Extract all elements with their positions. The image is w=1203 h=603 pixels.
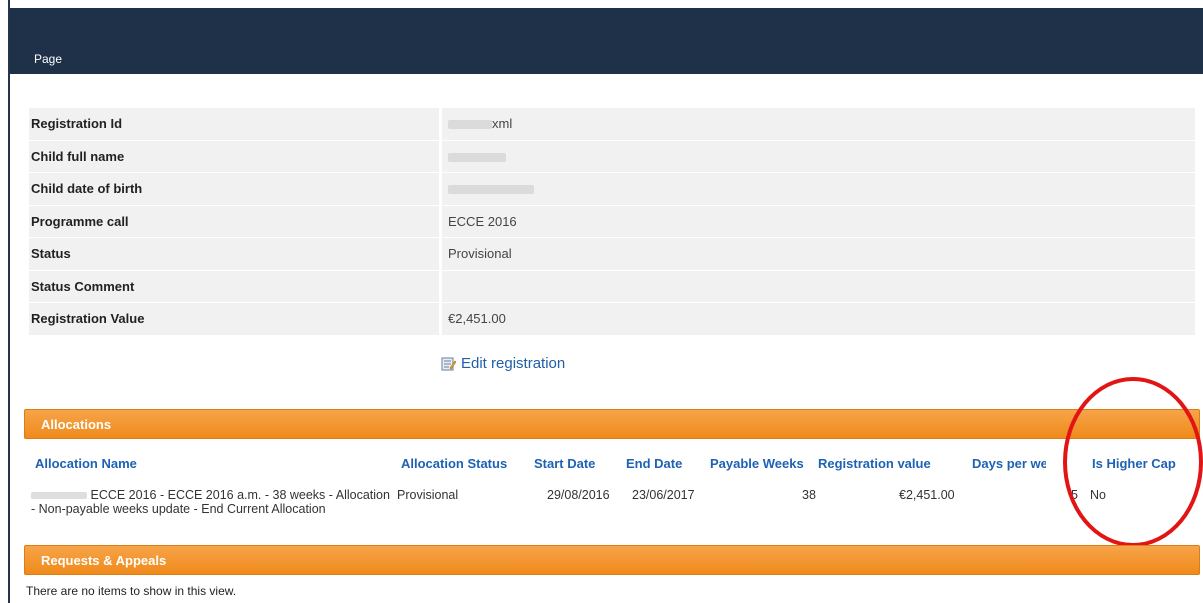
allocation-value-cell: €2,451.00 — [899, 488, 955, 502]
col-header-allocation-status[interactable]: Allocation Status — [401, 456, 507, 471]
red-highlight-circle — [1063, 377, 1203, 547]
col-header-registration-value[interactable]: Registration value — [818, 456, 931, 471]
detail-row-status-comment: Status Comment — [29, 270, 1195, 303]
detail-label: Child date of birth — [29, 173, 439, 206]
detail-value: xml — [442, 108, 1195, 141]
col-header-end-date[interactable]: End Date — [626, 456, 682, 471]
col-header-days-per-week[interactable]: Days per week — [972, 456, 1046, 471]
allocation-status-cell: Provisional — [397, 488, 459, 502]
col-header-payable-weeks[interactable]: Payable Weeks — [710, 456, 804, 471]
top-header: Page — [10, 8, 1203, 74]
detail-row-programme-call: Programme call ECCE 2016 — [29, 205, 1195, 238]
detail-row-registration-value: Registration Value €2,451.00 — [29, 303, 1195, 336]
page-tab-label[interactable]: Page — [34, 52, 62, 66]
col-header-allocation-name[interactable]: Allocation Name — [35, 456, 137, 471]
col-header-start-date[interactable]: Start Date — [534, 456, 595, 471]
allocations-section-header: Allocations — [24, 409, 1200, 439]
page-left-border — [8, 0, 10, 603]
edit-registration-label[interactable]: Edit registration — [461, 355, 565, 372]
allocation-payable-weeks-cell: 38 — [802, 488, 816, 502]
detail-value — [442, 140, 1195, 173]
detail-value — [442, 173, 1195, 206]
redacted-text — [448, 185, 534, 195]
edit-form-icon — [441, 356, 457, 371]
requests-empty-message: There are no items to show in this view. — [26, 584, 237, 598]
detail-row-child-full-name: Child full name — [29, 140, 1195, 173]
detail-row-status: Status Provisional — [29, 238, 1195, 271]
allocation-name-cell[interactable]: ECCE 2016 - ECCE 2016 a.m. - 38 weeks - … — [31, 488, 401, 516]
detail-value: €2,451.00 — [442, 303, 1195, 336]
redacted-text — [448, 120, 492, 130]
allocations-title: Allocations — [41, 417, 112, 432]
detail-row-child-dob: Child date of birth — [29, 173, 1195, 206]
detail-label: Status Comment — [29, 270, 439, 303]
detail-label: Registration Value — [29, 303, 439, 336]
detail-value: Provisional — [442, 238, 1195, 271]
detail-label: Child full name — [29, 140, 439, 173]
allocation-start-cell: 29/08/2016 — [547, 488, 610, 502]
detail-value — [442, 270, 1195, 303]
detail-row-registration-id: Registration Id xml — [29, 108, 1195, 141]
detail-label: Status — [29, 238, 439, 271]
allocation-end-cell: 23/06/2017 — [632, 488, 695, 502]
registration-details-table: Registration Id xml Child full name Chil… — [29, 108, 1195, 336]
detail-label: Registration Id — [29, 108, 439, 141]
redacted-text — [31, 492, 87, 500]
edit-registration-link[interactable]: Edit registration — [441, 355, 565, 372]
detail-label: Programme call — [29, 205, 439, 238]
redacted-text — [448, 152, 506, 162]
requests-title: Requests & Appeals — [41, 553, 167, 568]
requests-section-header: Requests & Appeals — [24, 545, 1200, 575]
detail-value: ECCE 2016 — [442, 205, 1195, 238]
